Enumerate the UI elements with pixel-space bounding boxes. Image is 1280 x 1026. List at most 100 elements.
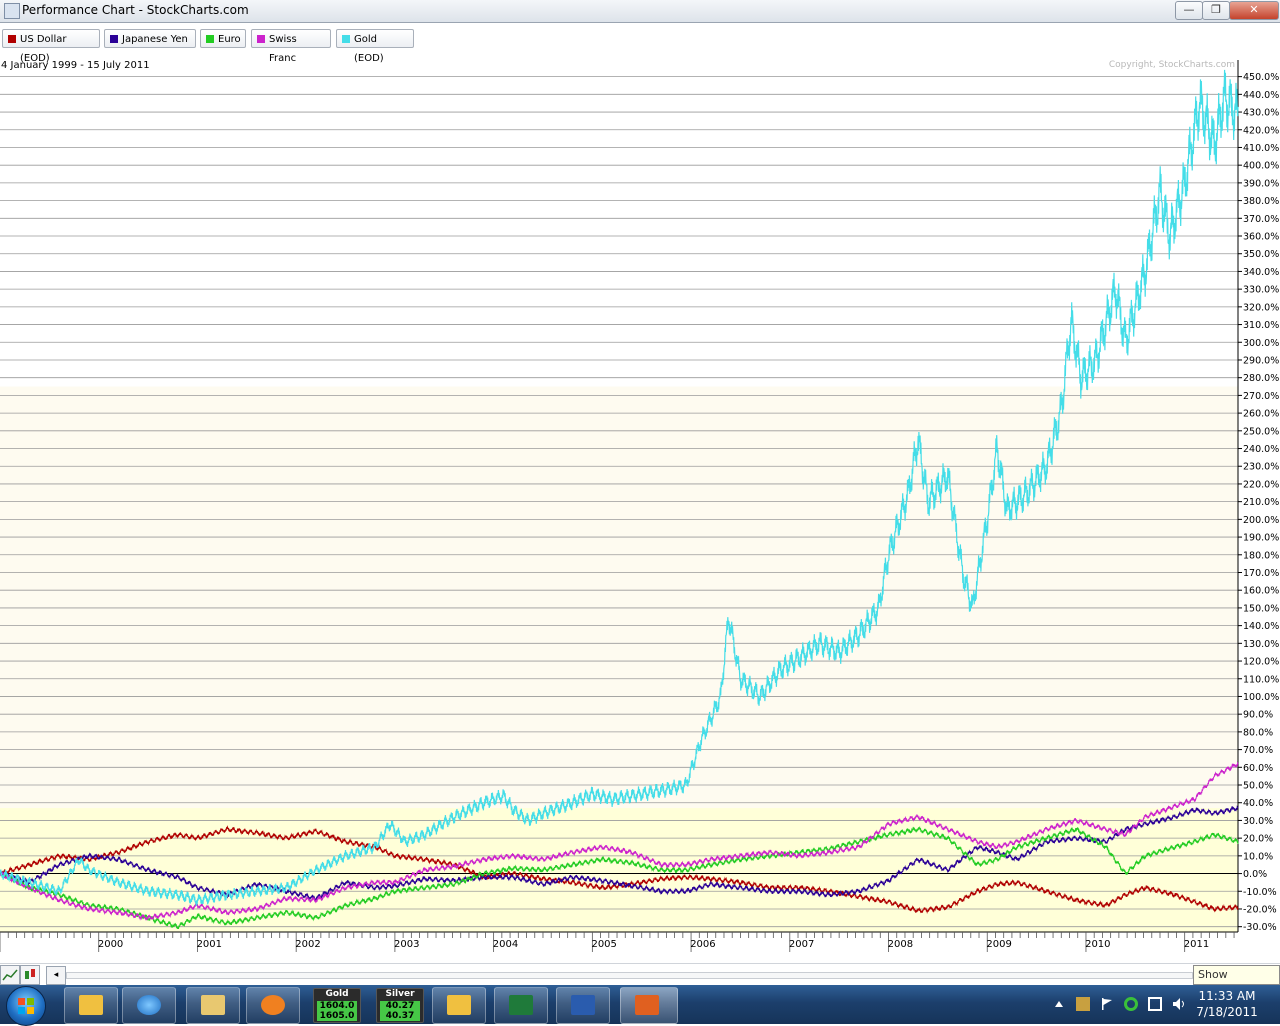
y-tick-label: 330.0% xyxy=(1243,285,1279,296)
maximize-button[interactable]: ❐ xyxy=(1202,1,1230,20)
y-tick-label: 290.0% xyxy=(1243,355,1279,366)
y-tick-label: -30.0% xyxy=(1243,922,1277,933)
taskbar-media-player[interactable] xyxy=(246,987,300,1024)
java-icon xyxy=(635,995,659,1015)
silver-ticker-gadget[interactable]: Silver 40.27 40.37 xyxy=(376,988,424,1023)
y-tick-label: -10.0% xyxy=(1243,887,1277,898)
legend-swatch xyxy=(206,35,214,43)
candlestick-icon[interactable] xyxy=(20,965,40,985)
contacts-icon xyxy=(79,995,103,1015)
clock-date: 7/18/2011 xyxy=(1196,1005,1258,1019)
media-player-icon xyxy=(261,995,285,1015)
y-tick-label: 200.0% xyxy=(1243,515,1279,526)
date-range-label: 4 January 1999 - 15 July 2011 xyxy=(1,60,150,71)
y-tick-label: 320.0% xyxy=(1243,302,1279,313)
volume-icon[interactable] xyxy=(1172,997,1186,1011)
ticker-bid: 1604.0 xyxy=(317,1001,357,1011)
x-tick-label: 2009 xyxy=(986,939,1011,950)
java-app-icon xyxy=(4,3,20,19)
y-tick-label: 110.0% xyxy=(1243,674,1279,685)
outlook-icon xyxy=(447,995,471,1015)
y-tick-label: 10.0% xyxy=(1243,851,1273,862)
y-tick-label: 430.0% xyxy=(1243,108,1279,119)
ie-icon xyxy=(137,995,161,1015)
excel-icon xyxy=(509,995,533,1015)
performance-chart[interactable]: -30.0% -20.0% -10.0% 0.0% 10.0% 20.0% 30.0% 40.… xyxy=(0,56,1280,966)
y-tick-label: 300.0% xyxy=(1243,338,1279,349)
taskbar-outlook-contacts[interactable] xyxy=(64,987,118,1024)
x-tick-label: 2002 xyxy=(295,939,320,950)
chart-scrollbar[interactable] xyxy=(66,972,1193,979)
action-center-flag-icon[interactable] xyxy=(1100,997,1114,1011)
clock-time: 11:33 AM xyxy=(1198,989,1256,1003)
legend-swatch xyxy=(257,35,265,43)
scroll-left-button[interactable]: ◂ xyxy=(46,966,66,985)
taskbar-word[interactable] xyxy=(556,987,610,1024)
y-tick-label: 50.0% xyxy=(1243,781,1273,792)
y-tick-label: 250.0% xyxy=(1243,426,1279,437)
y-tick-label: 20.0% xyxy=(1243,834,1273,845)
legend-item-swiss-franc[interactable]: Swiss Franc xyxy=(251,29,331,64)
close-button[interactable]: ✕ xyxy=(1229,1,1279,20)
show-desktop-tooltip: Show desktop xyxy=(1193,965,1280,999)
copyright-label: Copyright, StockCharts.com xyxy=(1108,60,1235,70)
y-tick-label: 390.0% xyxy=(1243,178,1279,189)
legend-item-euro[interactable]: Euro xyxy=(200,29,246,48)
y-tick-label: 160.0% xyxy=(1243,586,1279,597)
x-tick-label: 2007 xyxy=(789,939,814,950)
taskbar-java-chart[interactable] xyxy=(620,987,678,1024)
line-chart-icon[interactable] xyxy=(0,965,20,985)
taskbar-internet-explorer[interactable] xyxy=(122,987,176,1024)
y-tick-label: 190.0% xyxy=(1243,533,1279,544)
legend-item-us-dollar[interactable]: US Dollar (EOD) xyxy=(2,29,100,64)
window-title: Performance Chart - StockCharts.com xyxy=(22,3,249,17)
y-tick-label: 80.0% xyxy=(1243,727,1273,738)
taskbar-outlook[interactable] xyxy=(432,987,486,1024)
legend-item-gold[interactable]: Gold (EOD) xyxy=(336,29,414,64)
x-tick-label: 2000 xyxy=(98,939,123,950)
y-tick-label: 40.0% xyxy=(1243,798,1273,809)
taskbar-file-explorer[interactable] xyxy=(186,987,240,1024)
y-tick-label: 270.0% xyxy=(1243,391,1279,402)
chart-toolbar: ◂ Show desktop xyxy=(0,963,1280,999)
gold-ticker-gadget[interactable]: Gold 1604.0 1605.0 xyxy=(313,988,361,1023)
y-tick-label: 140.0% xyxy=(1243,621,1279,632)
y-tick-label: 120.0% xyxy=(1243,657,1279,668)
x-tick-label: 2006 xyxy=(690,939,715,950)
y-tick-label: 150.0% xyxy=(1243,603,1279,614)
y-tick-label: 180.0% xyxy=(1243,550,1279,561)
y-tick-label: -20.0% xyxy=(1243,904,1277,915)
y-tick-label: 170.0% xyxy=(1243,568,1279,579)
y-tick-label: 410.0% xyxy=(1243,143,1279,154)
minimize-button[interactable]: — xyxy=(1175,1,1203,20)
status-ring-icon[interactable] xyxy=(1124,997,1138,1011)
y-tick-label: 240.0% xyxy=(1243,444,1279,455)
x-tick-label: 2001 xyxy=(197,939,222,950)
network-icon[interactable] xyxy=(1148,997,1162,1011)
window-titlebar: Performance Chart - StockCharts.com — ❐ … xyxy=(0,0,1280,23)
y-tick-label: 30.0% xyxy=(1243,816,1273,827)
taskbar: Gold 1604.0 1605.0 Silver 40.27 40.37 11… xyxy=(0,985,1280,1026)
y-tick-label: 220.0% xyxy=(1243,479,1279,490)
taskbar-excel[interactable] xyxy=(494,987,548,1024)
start-button[interactable] xyxy=(6,986,46,1026)
y-tick-label: 210.0% xyxy=(1243,497,1279,508)
legend-item-japanese-yen[interactable]: Japanese Yen xyxy=(104,29,196,48)
y-tick-label: 340.0% xyxy=(1243,267,1279,278)
ticker-bid: 40.27 xyxy=(380,1001,420,1011)
legend-swatch xyxy=(8,35,16,43)
x-tick-label: 2008 xyxy=(888,939,913,950)
chart-band-top xyxy=(0,66,1238,387)
y-tick-label: 230.0% xyxy=(1243,462,1279,473)
legend-swatch xyxy=(110,35,118,43)
show-hidden-icons-icon[interactable] xyxy=(1052,997,1066,1011)
network-gadget-icon[interactable] xyxy=(1076,997,1090,1011)
ticker-name: Gold xyxy=(325,989,349,999)
y-tick-label: 260.0% xyxy=(1243,409,1279,420)
x-tick-label: 2003 xyxy=(394,939,419,950)
legend-label: Japanese Yen xyxy=(122,34,188,45)
taskbar-clock[interactable]: 11:33 AM 7/18/2011 xyxy=(1192,988,1262,1020)
y-tick-label: 370.0% xyxy=(1243,214,1279,225)
y-tick-label: 0.0% xyxy=(1243,869,1267,880)
x-tick-label: 2010 xyxy=(1085,939,1110,950)
